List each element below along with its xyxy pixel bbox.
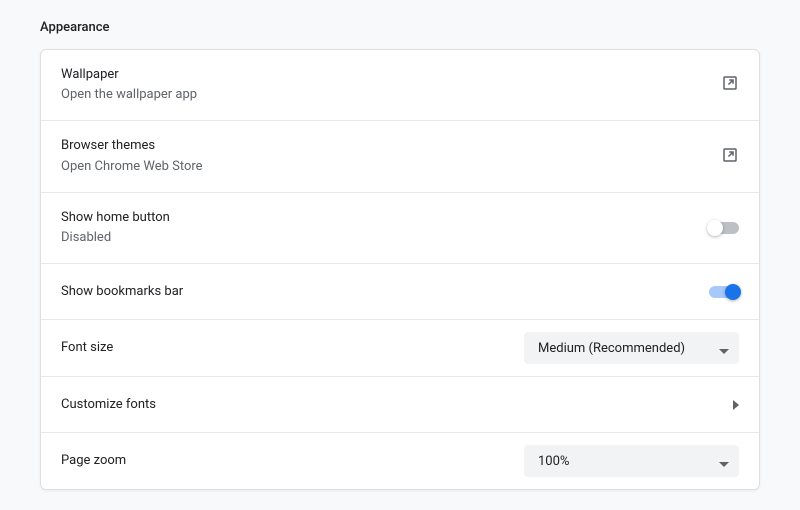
show-home-button-title: Show home button (61, 209, 170, 227)
external-link-icon (721, 74, 739, 96)
show-bookmarks-bar-row: Show bookmarks bar (41, 264, 759, 320)
font-size-value: Medium (Recommended) (538, 341, 685, 356)
page-zoom-title: Page zoom (61, 452, 126, 470)
wallpaper-row[interactable]: Wallpaper Open the wallpaper app (41, 50, 759, 121)
caret-down-icon (719, 339, 729, 358)
appearance-card: Wallpaper Open the wallpaper app Browser… (40, 49, 760, 490)
font-size-row: Font size Medium (Recommended) (41, 320, 759, 377)
browser-themes-subtitle: Open Chrome Web Store (61, 158, 203, 176)
section-title: Appearance (40, 20, 760, 35)
wallpaper-subtitle: Open the wallpaper app (61, 86, 197, 104)
show-bookmarks-bar-title: Show bookmarks bar (61, 283, 183, 301)
customize-fonts-row[interactable]: Customize fonts (41, 377, 759, 433)
font-size-title: Font size (61, 339, 113, 357)
page-zoom-select[interactable]: 100% (524, 445, 739, 477)
wallpaper-title: Wallpaper (61, 66, 197, 84)
browser-themes-row[interactable]: Browser themes Open Chrome Web Store (41, 121, 759, 192)
show-home-button-subtitle: Disabled (61, 229, 170, 247)
font-size-select[interactable]: Medium (Recommended) (524, 332, 739, 364)
show-home-button-row: Show home button Disabled (41, 193, 759, 264)
show-bookmarks-bar-toggle[interactable] (709, 286, 739, 298)
customize-fonts-title: Customize fonts (61, 396, 156, 414)
caret-down-icon (719, 452, 729, 471)
browser-themes-title: Browser themes (61, 137, 203, 155)
show-home-button-toggle[interactable] (709, 222, 739, 234)
external-link-icon (721, 146, 739, 168)
page-zoom-value: 100% (538, 454, 569, 469)
chevron-right-icon (733, 395, 739, 414)
page-zoom-row: Page zoom 100% (41, 433, 759, 489)
